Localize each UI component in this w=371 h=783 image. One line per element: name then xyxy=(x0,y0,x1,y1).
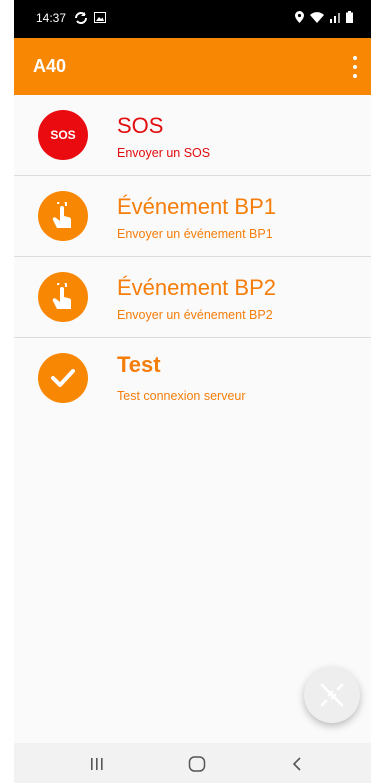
location-icon xyxy=(295,11,304,23)
battery-icon xyxy=(346,11,353,23)
list-item-event-bp1[interactable]: Événement BP1 Envoyer un événement BP1 xyxy=(14,176,371,257)
check-icon xyxy=(38,353,88,403)
status-left-icons xyxy=(74,12,106,24)
app-title: A40 xyxy=(33,56,67,76)
back-icon[interactable] xyxy=(282,753,312,775)
list-item-event-bp2[interactable]: Événement BP2 Envoyer un événement BP2 xyxy=(14,257,371,338)
list-item-subtitle: Envoyer un SOS xyxy=(117,146,211,160)
sync-icon xyxy=(75,12,87,24)
disconnected-plug-button[interactable] xyxy=(304,667,360,723)
list-item-title: SOS xyxy=(117,113,164,138)
status-bar: 14:37 xyxy=(14,0,371,38)
list-item-subtitle: Envoyer un événement BP2 xyxy=(117,308,273,322)
list-item-subtitle: Envoyer un événement BP1 xyxy=(117,227,273,241)
app-bar: A40 xyxy=(14,38,371,95)
recent-apps-icon[interactable] xyxy=(82,753,112,775)
status-right-icons xyxy=(295,11,353,23)
phone-screen: 14:37 A40 SOS SOS Envoyer un SOS Événeme… xyxy=(14,0,371,783)
wifi-icon xyxy=(310,11,324,23)
gallery-icon xyxy=(94,12,106,23)
action-list: SOS SOS Envoyer un SOS Événement BP1 Env… xyxy=(14,95,371,418)
list-item-title: Événement BP2 xyxy=(117,275,276,300)
disconnected-plug-icon xyxy=(320,683,344,707)
home-icon[interactable] xyxy=(182,753,212,775)
touch-icon xyxy=(38,272,88,322)
system-nav-bar xyxy=(14,743,371,783)
sos-icon: SOS xyxy=(38,110,88,160)
list-item-test[interactable]: Test Test connexion serveur xyxy=(14,338,371,418)
touch-icon xyxy=(38,191,88,241)
list-item-subtitle: Test connexion serveur xyxy=(117,389,246,403)
list-item-title: Test xyxy=(117,352,161,377)
signal-icon xyxy=(330,12,340,23)
more-vert-icon[interactable] xyxy=(349,56,361,78)
list-item-sos[interactable]: SOS SOS Envoyer un SOS xyxy=(14,95,371,176)
list-item-title: Événement BP1 xyxy=(117,194,276,219)
status-time: 14:37 xyxy=(36,11,67,25)
